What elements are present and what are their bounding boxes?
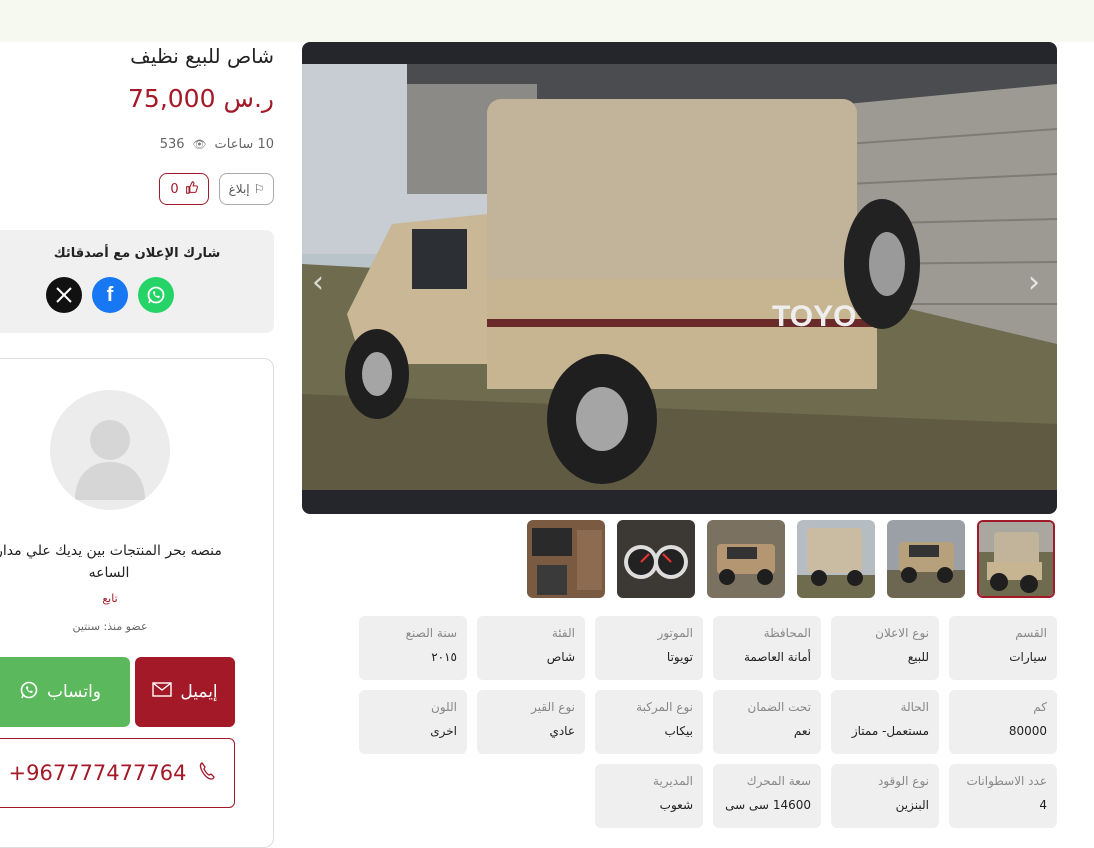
flag-icon: ⚐: [253, 182, 265, 196]
spec-value: اخرى: [430, 724, 457, 738]
spec-color: اللون اخرى: [359, 690, 467, 754]
whatsapp-label: واتساب: [47, 682, 102, 702]
report-button[interactable]: ⚐ إبلاغ: [219, 173, 274, 205]
member-since: عضو منذ: سنتين: [72, 620, 148, 633]
spec-engine-capacity: سعة المحرك 14600 سى سى: [713, 764, 821, 828]
spec-fuel: نوع الوقود البنزين: [831, 764, 939, 828]
main-photo: TOYO: [302, 64, 1057, 490]
chevron-right-icon[interactable]: ›: [1028, 265, 1040, 300]
phone-button[interactable]: +967777477764: [0, 738, 235, 808]
spec-category: الفئة شاص: [477, 616, 585, 680]
x-icon[interactable]: [46, 277, 82, 313]
spec-label: المحافظة: [763, 626, 811, 640]
whatsapp-icon: [19, 680, 39, 705]
spec-value: ٢٠١٥: [431, 650, 457, 664]
phone-number: +967777477764: [8, 761, 187, 785]
seller-name: منصه بحر المنتجات بين يديك علي مدار السا…: [0, 543, 222, 581]
spec-label: نوع المركبة: [636, 700, 693, 714]
spec-value: 4: [1039, 798, 1047, 812]
report-label: إبلاغ: [228, 182, 250, 196]
spec-warranty: تحت الضمان نعم: [713, 690, 821, 754]
email-button[interactable]: إيميل: [135, 657, 235, 727]
spec-value: 80000: [1008, 724, 1047, 738]
thumbnail[interactable]: [977, 520, 1055, 598]
top-bar: [0, 0, 1094, 42]
chevron-left-icon[interactable]: ‹: [312, 265, 324, 300]
spec-transmission: نوع القير عادي: [477, 690, 585, 754]
listing-price: 75,000 ر.س: [128, 84, 274, 113]
spec-label: القسم: [1015, 626, 1047, 640]
view-count: 536: [159, 136, 185, 152]
spec-label: سنة الصنع: [405, 626, 457, 640]
share-box: شارك الإعلان مع أصدقائك f: [0, 230, 274, 333]
share-title: شارك الإعلان مع أصدقائك: [53, 246, 221, 261]
spec-value: عادي: [549, 724, 575, 738]
listing-title: شاص للبيع نظيف: [130, 44, 274, 68]
spec-district: المديرية شعوب: [595, 764, 703, 828]
spec-value: تويوتا: [666, 650, 693, 664]
spec-condition: الحالة مستعمل- ممتاز: [831, 690, 939, 754]
avatar: [50, 390, 170, 510]
spec-ad-type: نوع الاعلان للبيع: [831, 616, 939, 680]
thumbnail[interactable]: [527, 520, 605, 598]
spec-label: الموتور: [657, 626, 693, 640]
spec-label: نوع الاعلان: [875, 626, 929, 640]
like-button[interactable]: 0: [159, 173, 209, 205]
spec-year: سنة الصنع ٢٠١٥: [359, 616, 467, 680]
svg-text:TOYO: TOYO: [772, 300, 856, 333]
thumbnail[interactable]: [797, 520, 875, 598]
spec-value: نعم: [793, 724, 811, 738]
spec-value: شاص: [546, 650, 575, 664]
spec-make: الموتور تويوتا: [595, 616, 703, 680]
spec-value: 14600 سى سى: [725, 798, 811, 812]
whatsapp-button[interactable]: واتساب: [0, 657, 130, 727]
main-gallery[interactable]: TOYO: [302, 42, 1057, 514]
spec-value: سيارات: [1009, 650, 1047, 664]
time-ago: 10 ساعات: [214, 136, 275, 152]
spec-label: عدد الاسطوانات: [966, 774, 1047, 788]
email-label: إيميل: [180, 682, 218, 702]
phone-icon: [198, 761, 216, 786]
facebook-icon[interactable]: f: [92, 277, 128, 313]
spec-km: كم 80000: [949, 690, 1057, 754]
spec-cylinders: عدد الاسطوانات 4: [949, 764, 1057, 828]
spec-label: كم: [1033, 700, 1047, 714]
spec-label: نوع القير: [531, 700, 575, 714]
eye-icon: 👁: [192, 137, 207, 151]
spec-value: البنزين: [895, 798, 929, 812]
spec-value: مستعمل- ممتاز: [851, 724, 929, 738]
spec-label: المديرية: [653, 774, 693, 788]
spec-value: أمانة العاصمة: [743, 650, 811, 664]
spec-label: اللون: [431, 700, 457, 714]
spec-value: بيكاب: [664, 724, 693, 738]
spec-label: الحالة: [900, 700, 929, 714]
spec-label: سعة المحرك: [746, 774, 811, 788]
spec-value: شعوب: [659, 798, 693, 812]
whatsapp-icon[interactable]: [138, 277, 174, 313]
listing-meta: 10 ساعات 👁 536: [150, 135, 274, 153]
spec-section: القسم سيارات: [949, 616, 1057, 680]
spec-value: للبيع: [907, 650, 929, 664]
thumbnail[interactable]: [707, 520, 785, 598]
follow-link[interactable]: تابع: [96, 592, 124, 605]
spec-label: نوع الوقود: [878, 774, 929, 788]
thumbnail[interactable]: [887, 520, 965, 598]
spec-label: تحت الضمان: [747, 700, 812, 714]
envelope-icon: [152, 682, 173, 702]
spec-vehicle-type: نوع المركبة بيكاب: [595, 690, 703, 754]
spec-governorate: المحافظة أمانة العاصمة: [713, 616, 821, 680]
spec-label: الفئة: [551, 626, 575, 640]
thumbnail[interactable]: [617, 520, 695, 598]
thumbs-up-icon: [185, 180, 198, 198]
like-count: 0: [170, 181, 179, 197]
